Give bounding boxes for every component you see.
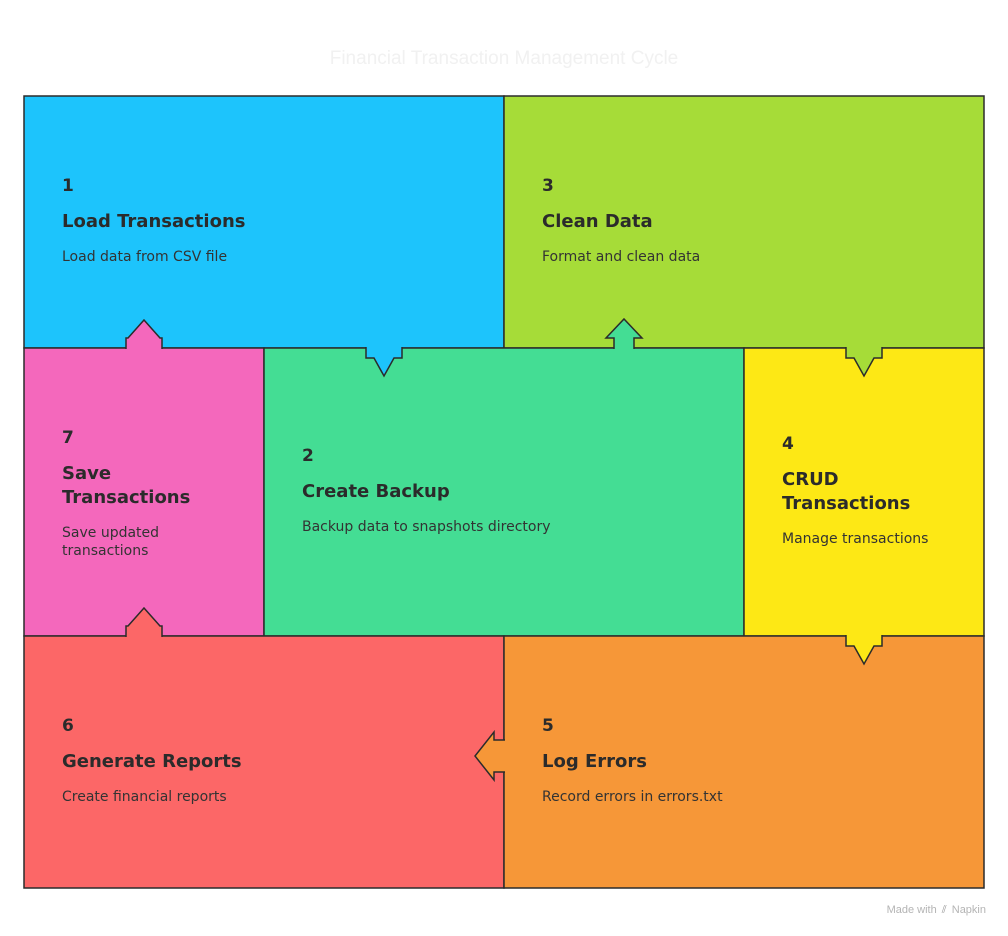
step-2-number: 2 (302, 446, 314, 466)
step-7-number: 7 (62, 428, 74, 448)
step-2-description: Backup data to snapshots directory (302, 519, 551, 535)
step-7-title: Save Transactions (62, 463, 191, 508)
made-with-napkin-footer[interactable]: Made with ⫽ Napkin (887, 904, 986, 917)
step-3-number: 3 (542, 176, 554, 196)
step-4-content: 4 CRUD Transactions Manage transactions (782, 434, 952, 548)
step-6-title: Generate Reports (62, 751, 242, 772)
step-4-number: 4 (782, 434, 794, 454)
step-1-number: 1 (62, 176, 74, 196)
step-7-description: Save updated transactions (62, 525, 160, 559)
made-with-label: Made with (886, 904, 937, 916)
step-6-content: 6 Generate Reports Create financial repo… (62, 716, 482, 806)
step-6-description: Create financial reports (62, 789, 227, 805)
step-6-number: 6 (62, 716, 74, 736)
step-2-title: Create Backup (302, 481, 450, 502)
step-5-title: Log Errors (542, 751, 647, 772)
step-5-content: 5 Log Errors Record errors in errors.txt (542, 716, 962, 806)
step-7-content: 7 Save Transactions Save updated transac… (62, 428, 212, 560)
napkin-brand-label: Napkin (951, 904, 986, 916)
napkin-logo-icon: ⫽ (941, 904, 947, 916)
step-5-number: 5 (542, 716, 554, 736)
step-4-title: CRUD Transactions (782, 469, 911, 514)
step-3-description: Format and clean data (542, 249, 701, 265)
step-4-description: Manage transactions (782, 531, 929, 547)
step-1-description: Load data from CSV file (62, 249, 228, 265)
step-3-content: 3 Clean Data Format and clean data (542, 176, 962, 266)
step-3-title: Clean Data (542, 211, 653, 232)
step-5-description: Record errors in errors.txt (542, 789, 723, 805)
step-1-title: Load Transactions (62, 211, 246, 232)
step-1-content: 1 Load Transactions Load data from CSV f… (62, 176, 482, 266)
step-2-content: 2 Create Backup Backup data to snapshots… (302, 446, 722, 536)
